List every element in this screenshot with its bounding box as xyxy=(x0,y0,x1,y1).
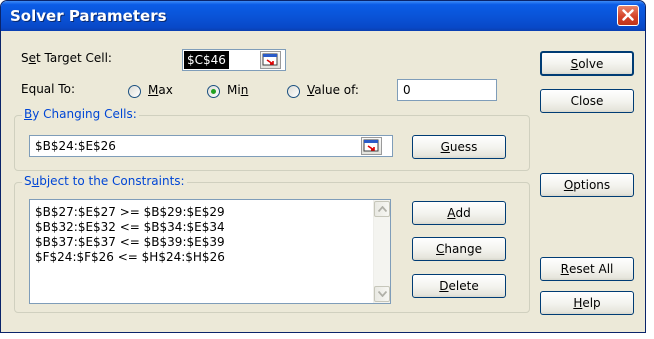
constraints-legend: Subject to the Constraints: xyxy=(22,174,187,188)
changing-cells-input[interactable]: $B$24:$E$26 xyxy=(29,135,393,157)
changing-cells-value: $B$24:$E$26 xyxy=(35,139,116,153)
constraints-scrollbar[interactable] xyxy=(373,200,390,303)
value-of-radio[interactable] xyxy=(287,85,300,98)
target-cell-collapse-button[interactable] xyxy=(260,51,281,69)
constraints-list[interactable]: $B$27:$E$27 >= $B$29:$E$29 $B$32:$E$32 <… xyxy=(29,199,391,304)
constraint-item[interactable]: $B$32:$E$32 <= $B$34:$E$34 xyxy=(35,220,225,234)
guess-button[interactable]: Guess xyxy=(412,135,506,159)
window-title: Solver Parameters xyxy=(10,7,167,25)
value-of-radio-label: Value of: xyxy=(307,83,359,97)
scroll-up-button[interactable] xyxy=(374,201,390,217)
max-radio[interactable] xyxy=(128,85,141,98)
scroll-down-button[interactable] xyxy=(374,286,390,302)
equal-to-label: Equal To: xyxy=(21,82,75,96)
title-bar[interactable]: Solver Parameters xyxy=(1,1,645,31)
solve-button[interactable]: Solve xyxy=(540,51,634,76)
min-radio[interactable] xyxy=(207,85,220,98)
change-constraint-button[interactable]: Change xyxy=(412,237,506,261)
scroll-down-arrow-icon xyxy=(378,291,387,297)
value-of-text: 0 xyxy=(403,83,411,97)
options-button[interactable]: Options xyxy=(540,173,634,197)
min-radio-label: Min xyxy=(227,83,249,97)
constraint-item[interactable]: $B$27:$E$27 >= $B$29:$E$29 xyxy=(35,205,225,219)
solver-parameters-dialog: Solver Parameters Set Target Cell: $C$46… xyxy=(0,0,646,333)
constraint-item[interactable]: $F$24:$F$26 <= $H$24:$H$26 xyxy=(35,250,225,264)
help-button[interactable]: Help xyxy=(540,291,634,315)
delete-constraint-button[interactable]: Delete xyxy=(412,274,506,298)
close-window-button[interactable] xyxy=(617,5,639,26)
min-radio-selected-dot xyxy=(211,89,216,94)
add-constraint-button[interactable]: Add xyxy=(412,201,506,225)
collapse-dialog-icon xyxy=(363,139,379,152)
constraint-item[interactable]: $B$37:$E$37 <= $B$39:$E$39 xyxy=(35,235,225,249)
collapse-dialog-icon xyxy=(262,53,278,66)
changing-cells-legend: By Changing Cells: xyxy=(22,107,139,121)
set-target-cell-label: Set Target Cell: xyxy=(21,51,112,65)
changing-cells-collapse-button[interactable] xyxy=(361,137,382,155)
reset-all-button[interactable]: Reset All xyxy=(540,257,634,281)
max-radio-label: Max xyxy=(148,83,173,97)
value-of-input[interactable]: 0 xyxy=(397,79,497,101)
scroll-up-arrow-icon xyxy=(378,206,387,212)
close-icon xyxy=(622,9,634,21)
target-cell-value: $C$46 xyxy=(184,51,229,69)
close-button[interactable]: Close xyxy=(540,89,634,113)
